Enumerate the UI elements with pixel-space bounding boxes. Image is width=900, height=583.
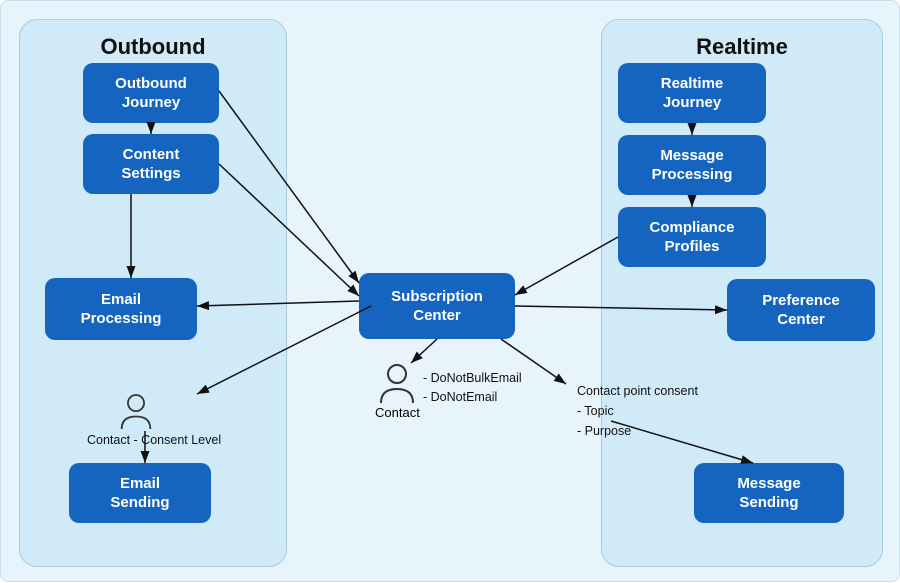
contact-center-items: - DoNotBulkEmail- DoNotEmail <box>423 369 522 407</box>
contact-left-label: Contact - Consent Level <box>87 431 221 450</box>
realtime-title: Realtime <box>602 20 882 60</box>
outbound-title: Outbound <box>20 20 286 60</box>
contact-center-label: Contact <box>375 405 420 420</box>
subscription-center-box: SubscriptionCenter <box>359 273 515 339</box>
email-sending-box: EmailSending <box>69 463 211 523</box>
outbound-journey-box: OutboundJourney <box>83 63 219 123</box>
contact-center-icon <box>378 363 416 405</box>
contact-left <box>119 393 153 431</box>
realtime-journey-box: RealtimeJourney <box>618 63 766 123</box>
compliance-profiles-box: ComplianceProfiles <box>618 207 766 267</box>
main-container: Outbound Realtime OutboundJourney Conten… <box>0 0 900 582</box>
message-sending-box: MessageSending <box>694 463 844 523</box>
contact-right-items: Contact point consent- Topic- Purpose <box>577 381 698 441</box>
email-processing-box: EmailProcessing <box>45 278 197 340</box>
content-settings-box: ContentSettings <box>83 134 219 194</box>
message-processing-box: MessageProcessing <box>618 135 766 195</box>
contact-left-icon <box>119 393 153 431</box>
contact-center: Contact <box>375 363 420 420</box>
preference-center-box: PreferenceCenter <box>727 279 875 341</box>
